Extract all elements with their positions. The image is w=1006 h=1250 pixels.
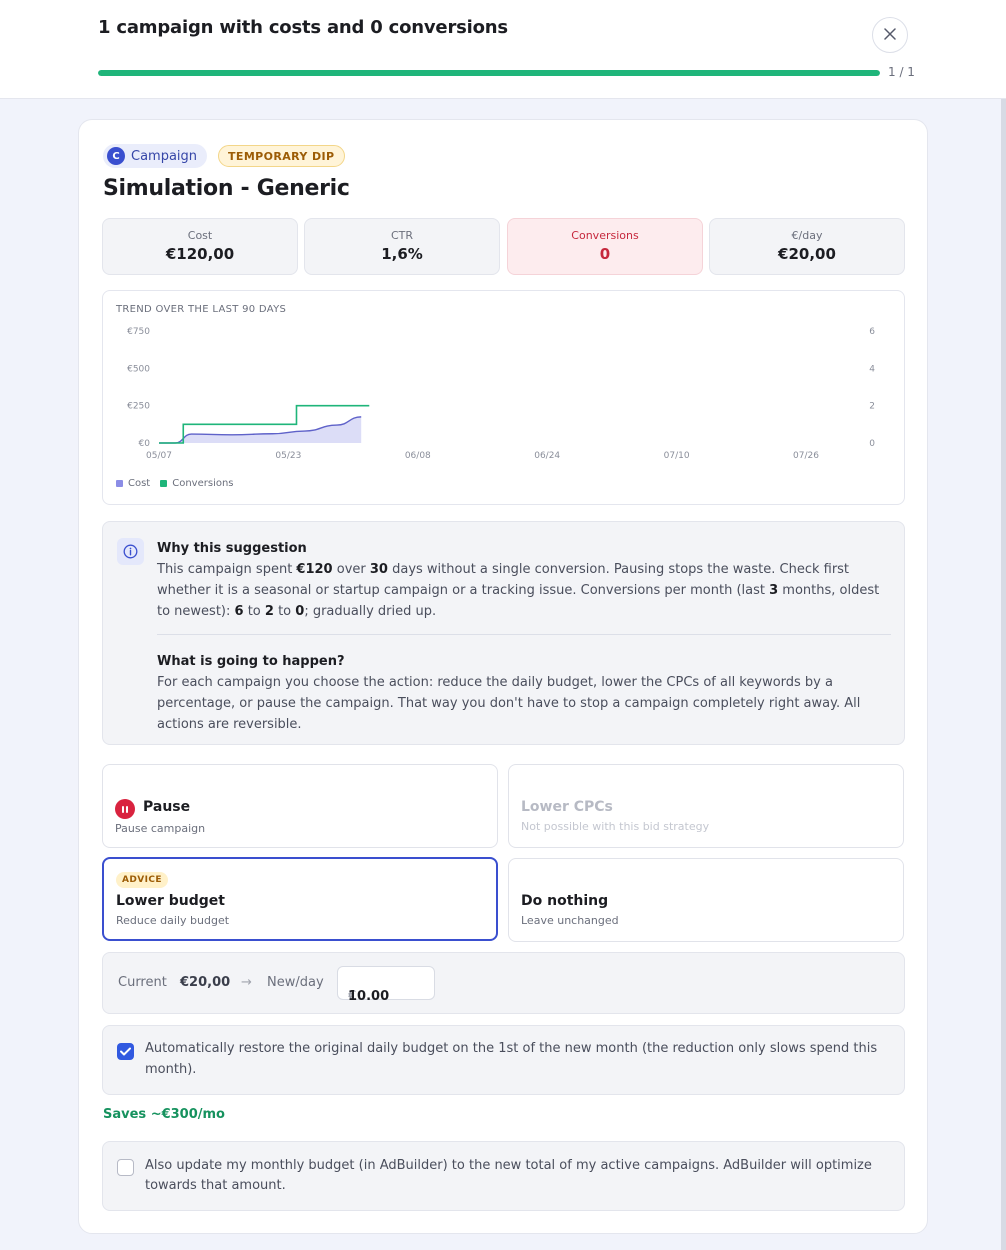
x-tick-label: 07/10: [664, 451, 690, 461]
what-text: For each campaign you choose the action:…: [157, 675, 861, 732]
restore-budget-option: Automatically restore the original daily…: [102, 1025, 905, 1095]
legend-label: Conversions: [172, 478, 234, 489]
x-tick-label: 06/24: [534, 451, 560, 461]
scrollbar[interactable]: [1001, 99, 1006, 1250]
stat-value: 1,6%: [381, 245, 423, 263]
y-left-tick-label: €0: [139, 439, 151, 449]
campaign-type-pill: C Campaign: [103, 144, 208, 168]
stat-ctr: CTR 1,6%: [304, 218, 500, 275]
option-title: Lower CPCs: [521, 799, 613, 815]
cost-area: [159, 416, 362, 443]
campaign-type-label: Campaign: [131, 148, 198, 164]
pause-icon: [115, 799, 135, 819]
option-pause[interactable]: Pause Pause campaign: [102, 764, 498, 848]
dialog-title: 1 campaign with costs and 0 conversions: [98, 17, 508, 38]
savings-text: Saves ~€300/mo: [103, 1107, 225, 1122]
option-title: Lower budget: [116, 893, 225, 909]
y-right-tick-label: 2: [869, 402, 875, 412]
progress-text: 1 / 1: [888, 65, 915, 79]
chart-legend: Cost Conversions: [116, 478, 234, 489]
why-text: This campaign spent €120 over 30 days wi…: [157, 562, 880, 619]
x-tick-label: 05/07: [146, 451, 172, 461]
campaign-card: C Campaign TEMPORARY DIP Simulation - Ge…: [78, 119, 928, 1234]
suggestion-explanation: Why this suggestion This campaign spent …: [102, 521, 905, 745]
restore-budget-text: Automatically restore the original daily…: [145, 1041, 878, 1077]
option-subtitle: Not possible with this bid strategy: [521, 820, 710, 833]
x-tick-label: 05/23: [275, 451, 301, 461]
legend-item-conversions: Conversions: [160, 478, 234, 489]
legend-label: Cost: [128, 478, 151, 489]
trend-chart: TREND OVER THE LAST 90 DAYS €0 €250 €500 €7…: [102, 290, 905, 505]
stat-cost-per-day: €/day €20,00: [709, 218, 905, 275]
option-subtitle: Pause campaign: [115, 822, 206, 835]
stat-value: 0: [599, 245, 611, 263]
chart-canvas: €0 €250 €500 €750 0 2 4 6 05/07 05/23 06/08 06/24 07…: [127, 327, 875, 461]
y-left-tick-label: €250: [127, 402, 150, 412]
stat-value: €120,00: [165, 245, 235, 263]
y-left-tick-label: €750: [127, 327, 150, 337]
option-lower-cpcs: Lower CPCs Not possible with this bid st…: [508, 764, 904, 848]
new-budget-input[interactable]: € 10.00: [337, 966, 435, 1004]
legend-swatch: [116, 480, 123, 487]
option-lower-budget[interactable]: ADVICE Lower budget Reduce daily budget: [102, 857, 498, 941]
current-label: Current: [118, 975, 167, 990]
budget-editor: Current €20,00 → New/day € 10.00: [102, 952, 905, 1014]
option-title: Do nothing: [521, 893, 609, 909]
y-left-tick-label: €500: [127, 364, 150, 374]
option-do-nothing[interactable]: Do nothing Leave unchanged: [508, 858, 904, 942]
advice-badge: ADVICE: [116, 872, 168, 888]
why-heading: Why this suggestion: [157, 541, 307, 556]
monthly-budget-text: Also update my monthly budget (in AdBuil…: [145, 1158, 872, 1193]
info-icon: [117, 538, 144, 565]
x-tick-label: 06/08: [405, 451, 431, 461]
progress-fill: [98, 70, 880, 76]
campaign-type-icon: C: [107, 147, 125, 165]
checkmark-icon: [120, 1047, 131, 1056]
what-heading: What is going to happen?: [157, 654, 345, 669]
current-budget: €20,00: [180, 975, 231, 990]
close-button[interactable]: [872, 17, 908, 53]
arrow-right-icon: →: [241, 975, 252, 990]
legend-item-cost: Cost: [116, 478, 150, 489]
stat-label: Conversions: [571, 229, 639, 242]
option-title: Pause: [143, 799, 191, 815]
divider: [157, 634, 891, 635]
y-right-tick-label: 6: [869, 327, 875, 337]
option-subtitle: Reduce daily budget: [116, 914, 230, 927]
stat-label: €/day: [791, 229, 823, 242]
y-right-tick-label: 0: [869, 439, 875, 449]
campaign-name: Simulation - Generic: [103, 176, 350, 201]
option-subtitle: Leave unchanged: [521, 914, 619, 927]
legend-swatch: [160, 480, 168, 487]
close-icon: [883, 25, 897, 46]
stat-cost: Cost €120,00: [102, 218, 298, 275]
new-day-label: New/day: [267, 975, 324, 990]
stat-value: €20,00: [778, 245, 836, 263]
x-tick-label: 07/26: [793, 451, 819, 461]
y-right-tick-label: 4: [869, 364, 875, 374]
monthly-budget-option: Also update my monthly budget (in AdBuil…: [102, 1141, 905, 1211]
stat-label: Cost: [187, 229, 213, 242]
dialog-header: 1 campaign with costs and 0 conversions …: [0, 0, 1006, 99]
restore-budget-checkbox[interactable]: [117, 1043, 134, 1060]
stat-label: CTR: [390, 229, 414, 242]
new-budget-value: 10.00: [348, 989, 390, 1004]
progress-bar: [98, 70, 880, 76]
monthly-budget-checkbox[interactable]: [117, 1159, 134, 1176]
stat-conversions: Conversions 0: [507, 218, 703, 275]
status-badge: TEMPORARY DIP: [218, 145, 345, 167]
